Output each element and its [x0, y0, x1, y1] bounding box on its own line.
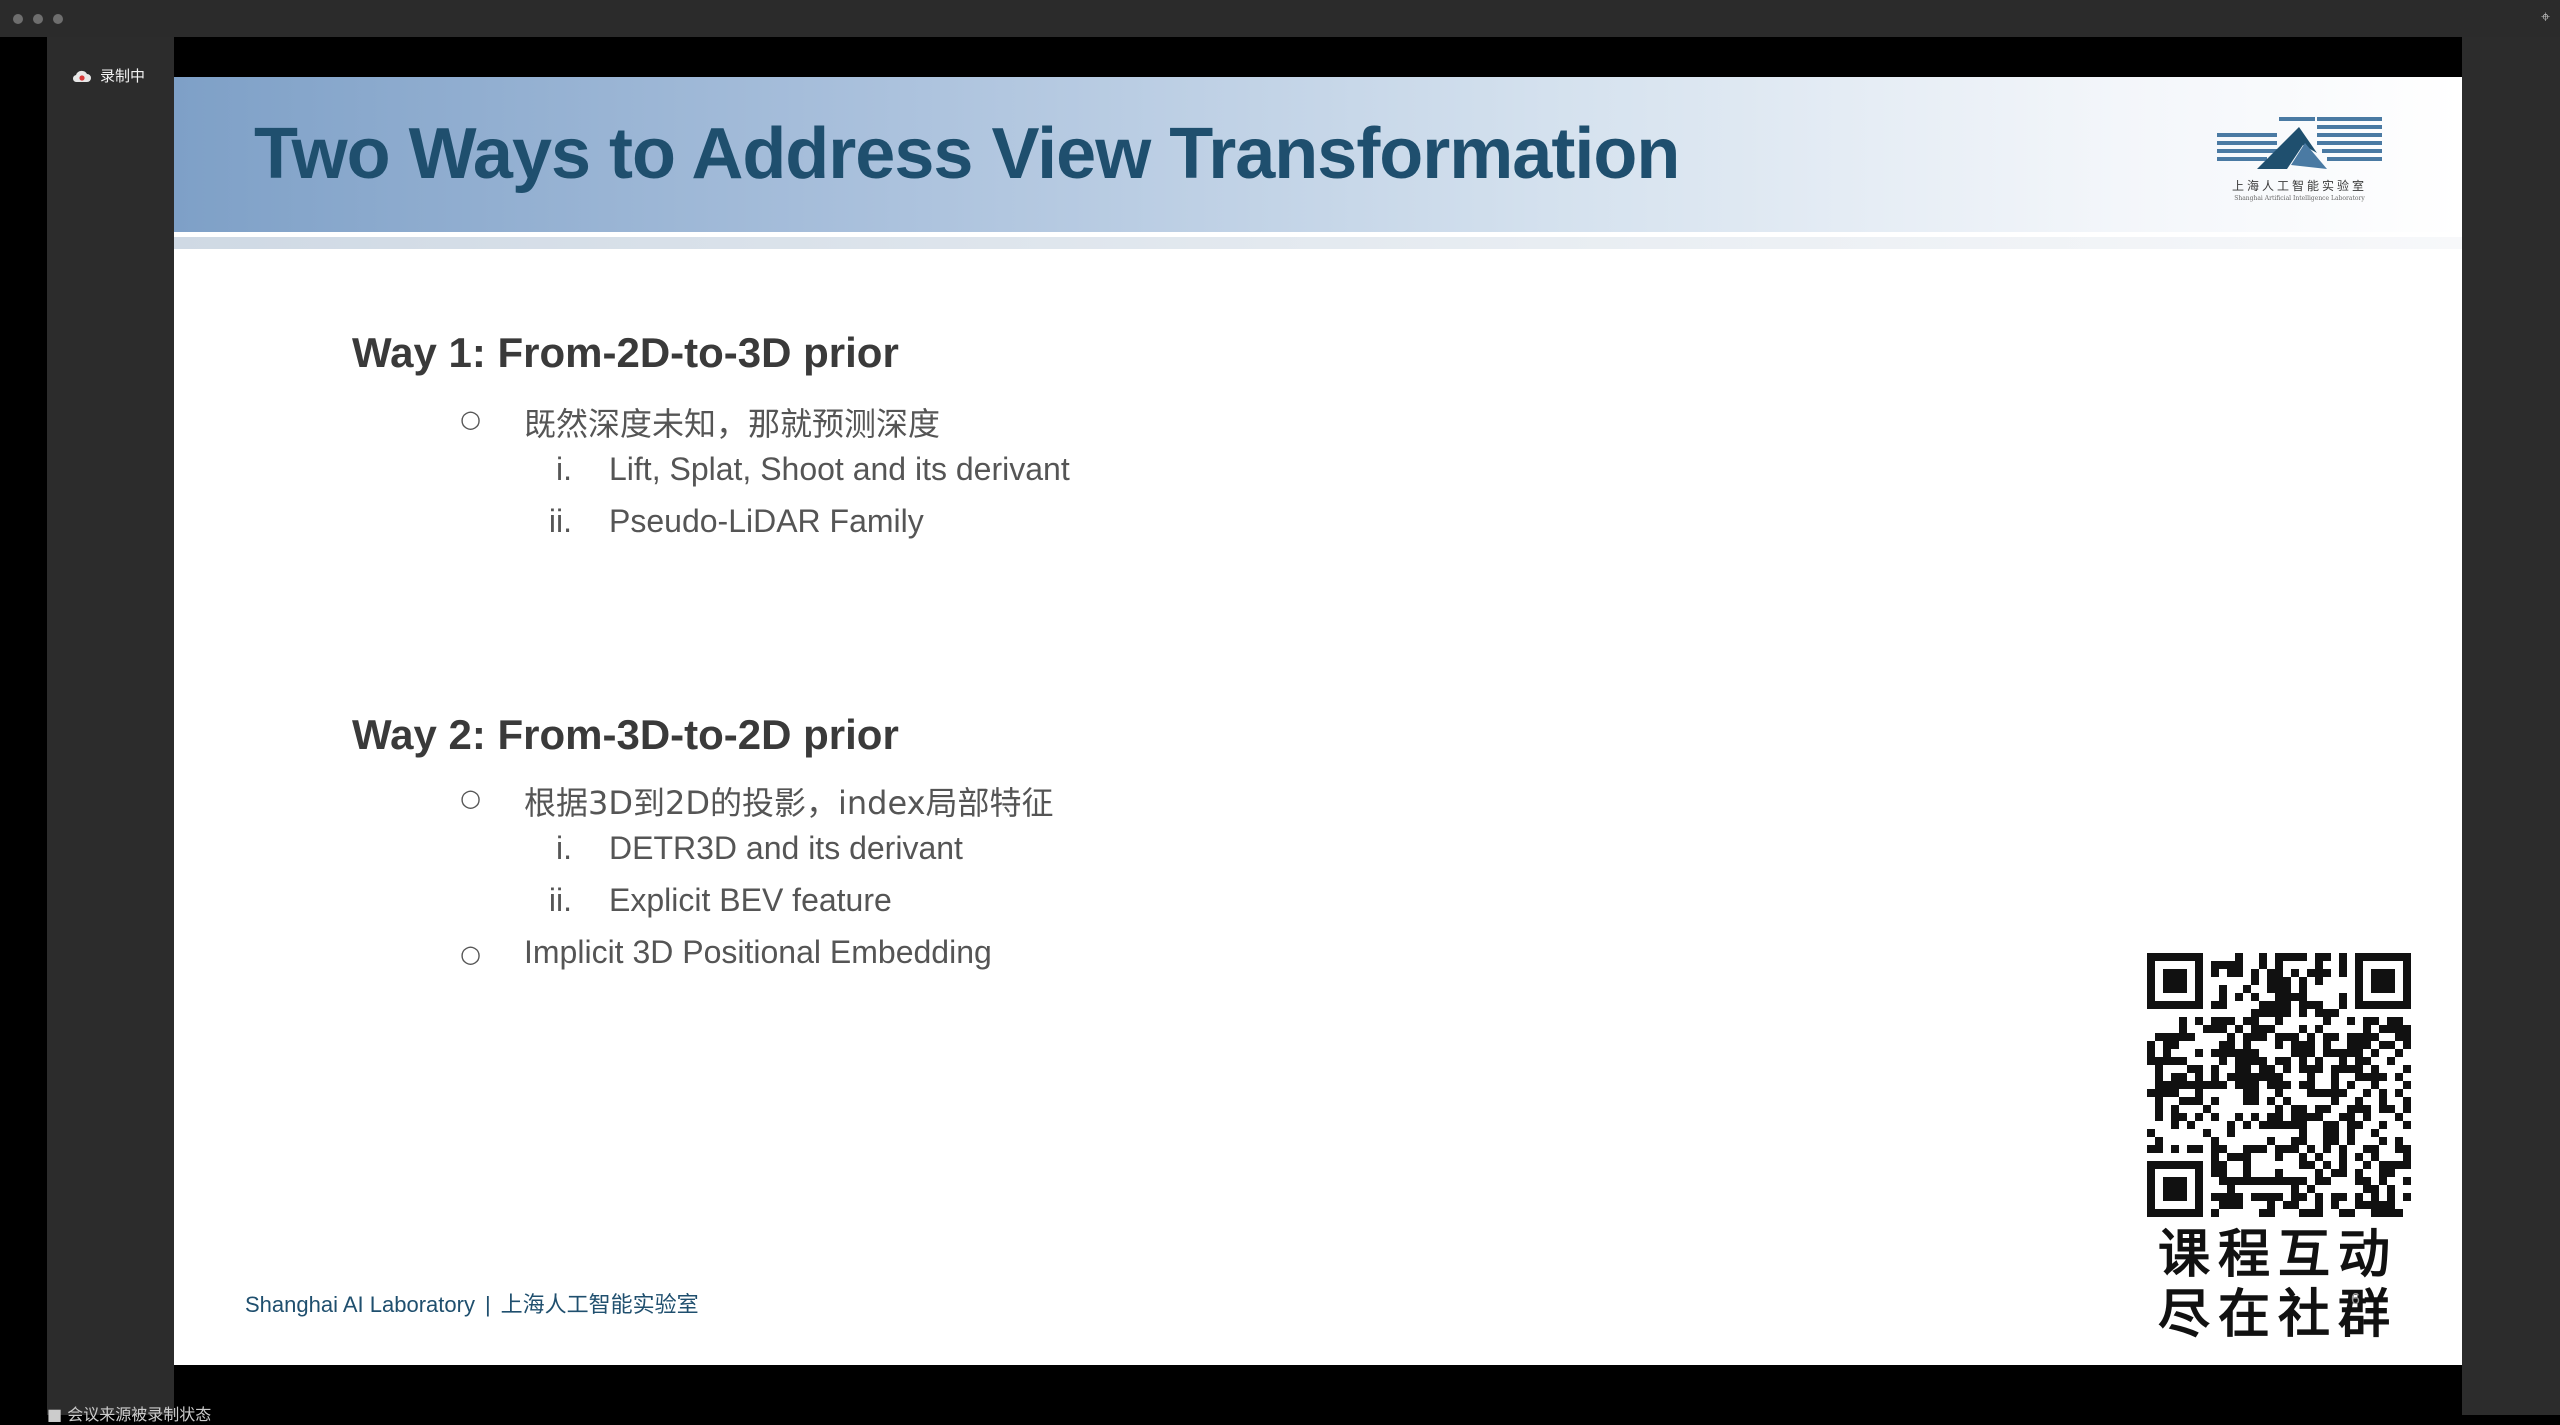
- way1-sub-marker-2: ii.: [548, 503, 572, 539]
- qr-caption-line2: 尽在社群: [2158, 1285, 2399, 1345]
- way2-sub-marker-2: ii.: [548, 882, 572, 918]
- slide-footer: Shanghai AI Laboratory | 上海人工智能实验室: [245, 1287, 699, 1319]
- way2-bullet: 根据3D到2D的投影，index局部特征: [524, 784, 1054, 822]
- way2-bullet2-marker: ○: [460, 940, 481, 968]
- pin-icon[interactable]: ⌖: [2541, 8, 2550, 28]
- window-titlebar: ⌖: [0, 0, 2560, 37]
- way1-sub-marker-1: i.: [556, 451, 572, 487]
- left-side-panel: 录制中: [47, 37, 174, 1415]
- window-zoom-dot[interactable]: [53, 14, 63, 24]
- way1-heading: Way 1: From-2D-to-3D prior: [352, 329, 899, 376]
- way2-sub-item-2: Explicit BEV feature: [609, 882, 892, 918]
- way2-sub-item-1: DETR3D and its derivant: [609, 830, 963, 866]
- recording-indicator[interactable]: 录制中: [72, 65, 145, 86]
- recording-label: 录制中: [100, 67, 146, 85]
- way1-sub-item-1: Lift, Splat, Shoot and its derivant: [609, 451, 1070, 487]
- way1-bullet-marker: ○: [460, 405, 481, 433]
- qr-finder-2: [2355, 953, 2411, 1009]
- way2-bullet-marker: ○: [460, 784, 481, 812]
- qr-finder-3: [2147, 1161, 2203, 1217]
- slide-page-number: 6: [2351, 1291, 2360, 1308]
- way1-bullet: 既然深度未知，那就预测深度: [524, 405, 941, 443]
- presentation-slide: Two Ways to Address View Transformation …: [174, 77, 2462, 1365]
- logo-text: 上海人工智能实验室: [2231, 179, 2367, 193]
- lab-logo: 上海人工智能实验室 Shanghai Artificial Intelligen…: [2217, 113, 2382, 209]
- window-close-dot[interactable]: [13, 14, 23, 24]
- header-rule: [174, 237, 2462, 249]
- cloud-icon: [72, 70, 91, 82]
- way2-bullet2: Implicit 3D Positional Embedding: [524, 934, 992, 970]
- footer-org-cn: 上海人工智能实验室: [500, 1293, 699, 1318]
- bottom-status-text: ■ 会议来源被录制状态: [47, 1405, 212, 1424]
- way2-heading: Way 2: From-3D-to-2D prior: [352, 711, 899, 758]
- footer-org-en: Shanghai AI Laboratory: [245, 1292, 475, 1317]
- way1-sub-item-2: Pseudo-LiDAR Family: [609, 503, 924, 539]
- slide-title: Two Ways to Address View Transformation: [254, 114, 1680, 194]
- footer-separator: |: [484, 1292, 491, 1317]
- right-side-panel: [2462, 37, 2560, 1415]
- qr-caption-line1: 课程互动: [2158, 1225, 2399, 1285]
- logo-subtext: Shanghai Artificial Intelligence Laborat…: [2234, 195, 2365, 202]
- qr-code-icon: [2147, 953, 2411, 1217]
- qr-finder-1: [2147, 953, 2203, 1009]
- way2-sub-marker-1: i.: [556, 830, 572, 866]
- qr-code[interactable]: [2142, 948, 2416, 1228]
- lab-logo-mark-icon: [2217, 117, 2382, 169]
- window-minimize-dot[interactable]: [33, 14, 43, 24]
